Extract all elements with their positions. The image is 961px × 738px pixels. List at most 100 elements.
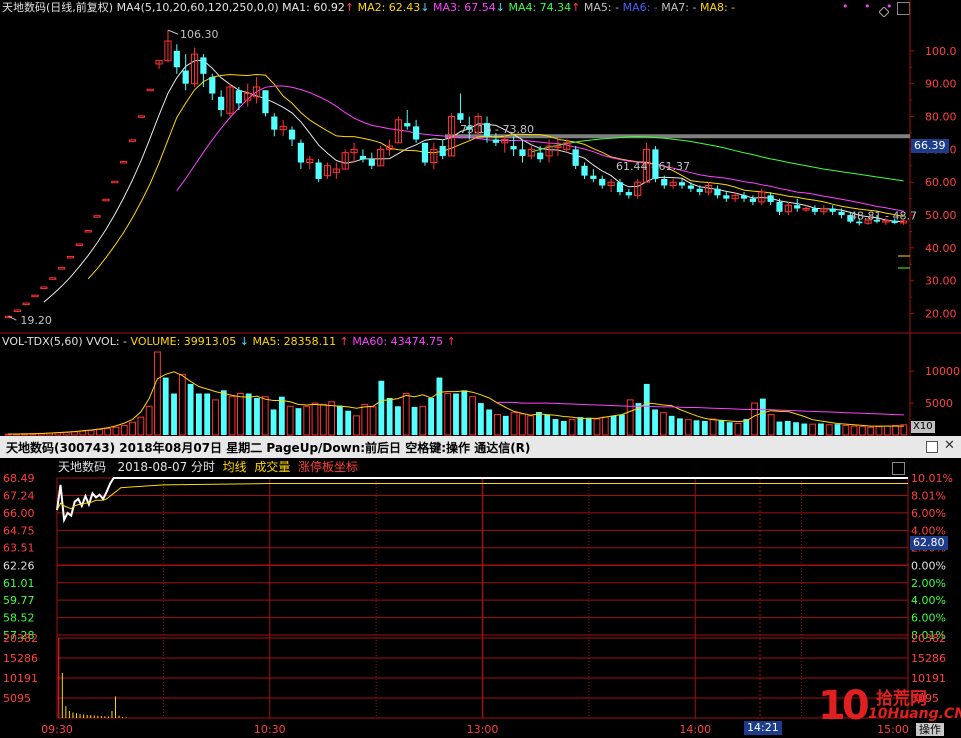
candle-body-down xyxy=(209,77,216,94)
candle-body-down xyxy=(581,165,588,176)
maximize-button[interactable] xyxy=(926,441,938,453)
volume-bar-up xyxy=(311,402,319,436)
candle-body-down xyxy=(288,129,296,140)
volume-bar-down xyxy=(784,420,791,435)
price-tick-label: 62.26 xyxy=(3,559,35,572)
volume-bar-up xyxy=(883,425,891,436)
candle-body-up xyxy=(111,180,119,184)
candle-body-down xyxy=(457,113,464,120)
candle-body-down xyxy=(537,152,544,160)
volume-bar-up xyxy=(145,405,153,436)
candle-body-down xyxy=(749,198,757,202)
intraday-panel[interactable]: 天地数码 2018-08-07 分时 均线 成交量 涨停板坐标 68.49 10.… xyxy=(0,458,961,738)
price-tick-label: 58.52 xyxy=(3,612,35,625)
volume-bar-up xyxy=(709,418,717,436)
candle-body-down xyxy=(811,208,819,212)
pct-tick-label: 2.00% xyxy=(911,577,946,590)
candle-body-down xyxy=(616,182,624,193)
y-tick-label: 90.00 xyxy=(925,78,957,91)
volume-bar-down xyxy=(336,405,343,435)
volume-bar-down xyxy=(793,422,799,435)
candle-body-down xyxy=(173,50,180,68)
volume-bar-up xyxy=(129,421,136,436)
candle-body-down xyxy=(182,70,189,84)
y-tick-label: 50.00 xyxy=(925,209,957,222)
daily-kline-svg: 100.090.0080.0070.0060.0050.0040.0030.00… xyxy=(0,0,961,334)
volume-bar-up xyxy=(593,418,601,436)
volume-bar-up xyxy=(875,426,883,436)
volume-bar-up xyxy=(71,431,78,436)
high-label: 106.30 xyxy=(180,28,219,41)
volume-bar-down xyxy=(220,390,227,435)
volume-bar-down xyxy=(436,377,443,435)
volume-bar-down xyxy=(552,419,559,435)
candle-body-up xyxy=(49,277,57,280)
volume-bar-down xyxy=(536,412,542,435)
candle-body-down xyxy=(492,139,499,143)
candle-body-up xyxy=(66,255,75,259)
volume-bar-down xyxy=(477,403,484,435)
volume-bar-up xyxy=(178,373,186,436)
volume-bar-down xyxy=(801,423,808,435)
volume-bar-up xyxy=(568,419,576,436)
volume-bar-down xyxy=(270,409,277,435)
pct-tick-label: 4.00% xyxy=(911,594,946,607)
daily-chart-panel[interactable]: 天地数码(日线,前复权) MA4(5,10,20,60,120,250,0,0)… xyxy=(0,0,961,334)
time-tick-label: 14:00 xyxy=(679,723,711,736)
volume-ma-line-ma60 xyxy=(497,401,904,416)
volume-bar-down xyxy=(610,415,617,435)
volume-bar-down xyxy=(461,390,468,435)
ma-line-ma1 xyxy=(43,59,904,303)
candle-body-down xyxy=(678,182,686,186)
volume-bar-down xyxy=(834,424,841,435)
volume-bar-down xyxy=(776,421,783,435)
volume-bar-down xyxy=(677,418,683,435)
candle-body-down xyxy=(439,146,446,156)
volume-bar-down xyxy=(701,420,708,435)
price-tick-label: 68.49 xyxy=(3,472,35,485)
volume-bar-up xyxy=(892,424,899,436)
candle-body-down xyxy=(262,90,269,114)
candle-body-down xyxy=(200,57,207,74)
candle-body-up xyxy=(13,309,21,312)
volume-bar-down xyxy=(395,406,401,435)
candle-body-up xyxy=(93,215,101,218)
volume-bar-up xyxy=(137,416,145,436)
volume-bar-down xyxy=(411,406,418,435)
volume-tick-label: 15286 xyxy=(3,652,38,665)
volume-unit-badge: X10 xyxy=(911,421,935,433)
volume-bar-up xyxy=(842,424,850,436)
volume-bar-up xyxy=(527,415,535,436)
volume-bar-down xyxy=(278,396,285,435)
volume-bar-down xyxy=(652,409,658,435)
volume-bar-up xyxy=(444,393,452,436)
volume-bar-down xyxy=(453,393,459,435)
pct-tick-label: 0.00% xyxy=(911,559,946,572)
volume-bar-up xyxy=(303,405,311,436)
intraday-svg: 68.49 10.01% 67.24 8.01% 66.00 6.00% 64.75 4.00… xyxy=(3,472,953,736)
intraday-window-titlebar[interactable]: 天地数码(300743) 2018年08月07日 星期二 PageUp/Down… xyxy=(0,436,961,458)
volume-bar-down xyxy=(204,393,211,435)
candle-body-down xyxy=(714,188,721,196)
watermark-number: 10 xyxy=(818,683,870,729)
candle-body-down xyxy=(271,116,278,130)
y-tick-label: 20.00 xyxy=(925,308,957,321)
candle-body-down xyxy=(368,159,375,166)
candle-body-up xyxy=(22,302,30,306)
range-label: 48.81 - 48.7 xyxy=(850,210,917,223)
volume-panel[interactable]: VOL-TDX(5,60) VVOL: - VOLUME: 39913.05 ↓… xyxy=(0,334,961,436)
candle-body-down xyxy=(572,149,579,166)
volume-bar-down xyxy=(726,422,733,435)
volume-bar-down xyxy=(585,417,592,435)
close-icon[interactable]: ✕ xyxy=(944,439,955,453)
price-tick-label: 64.75 xyxy=(3,524,35,537)
candle-body-down xyxy=(404,123,411,127)
volume-bar-down xyxy=(386,397,393,435)
volume-bar-up xyxy=(469,396,476,436)
volume-tick-label: 20382 xyxy=(3,632,38,645)
volume-bar-down xyxy=(345,410,352,435)
volume-bar-up xyxy=(626,399,634,436)
volume-bar-up xyxy=(825,424,833,436)
volume-bar-down xyxy=(560,420,567,435)
volume-bar-down xyxy=(693,420,700,435)
